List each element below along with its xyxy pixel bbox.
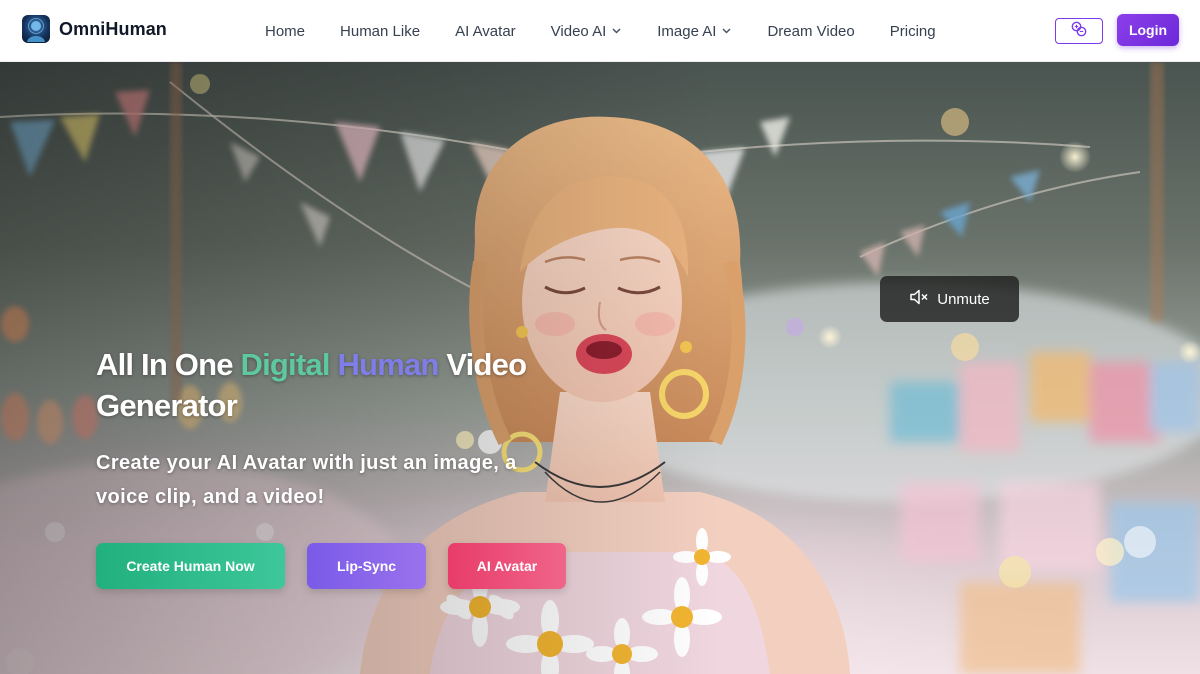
brand-link[interactable]: OmniHuman	[22, 15, 167, 43]
language-translate-icon	[1070, 20, 1088, 43]
nav-item-human-like[interactable]: Human Like	[340, 0, 420, 62]
nav-item-home[interactable]: Home	[265, 0, 305, 62]
speaker-muted-icon	[909, 289, 929, 309]
unmute-button[interactable]: Unmute	[880, 276, 1019, 322]
nav-item-ai-avatar[interactable]: AI Avatar	[455, 0, 516, 62]
avatar-logo-icon	[22, 15, 50, 43]
nav-item-image-ai[interactable]: Image AI	[657, 0, 731, 62]
nav-item-video-ai[interactable]: Video AI	[551, 0, 622, 62]
top-navbar: OmniHuman Home Human Like AI Avatar Vide…	[0, 0, 1200, 62]
nav-label-human-like: Human Like	[340, 22, 421, 40]
chevron-down-icon	[722, 28, 731, 34]
nav-item-dream-video[interactable]: Dream Video	[767, 0, 854, 62]
nav-label-dream-video: Dream Video	[767, 22, 855, 40]
nav-item-pricing[interactable]: Pricing	[890, 0, 936, 62]
headline-part-1: All In One	[96, 347, 241, 382]
unmute-label: Unmute	[937, 290, 990, 308]
hero-section: Unmute All In One Digital Human Video Ge…	[0, 62, 1200, 674]
brand-name: OmniHuman	[59, 18, 167, 39]
nav-label-image-ai: Image AI	[657, 22, 717, 40]
nav-label-ai-avatar: AI Avatar	[455, 22, 516, 40]
nav-label-pricing: Pricing	[889, 22, 936, 40]
login-button[interactable]: Login	[1117, 14, 1179, 46]
nav-label-video-ai: Video AI	[550, 22, 607, 40]
nav-label-home: Home	[265, 22, 306, 40]
ai-avatar-button[interactable]: AI Avatar	[448, 543, 566, 589]
headline-highlight-human: Human	[337, 347, 439, 382]
headline-highlight-digital: Digital	[240, 347, 331, 382]
hero-subheadline: Create your AI Avatar with just an image…	[96, 452, 517, 508]
language-button[interactable]	[1055, 18, 1103, 44]
create-human-now-button[interactable]: Create Human Now	[96, 543, 285, 589]
main-nav: Home Human Like AI Avatar Video AI Image…	[265, 0, 936, 62]
hero-headline: All In One Digital Human Video Generator	[96, 344, 576, 426]
lip-sync-button[interactable]: Lip-Sync	[307, 543, 426, 589]
chevron-down-icon	[612, 28, 621, 34]
